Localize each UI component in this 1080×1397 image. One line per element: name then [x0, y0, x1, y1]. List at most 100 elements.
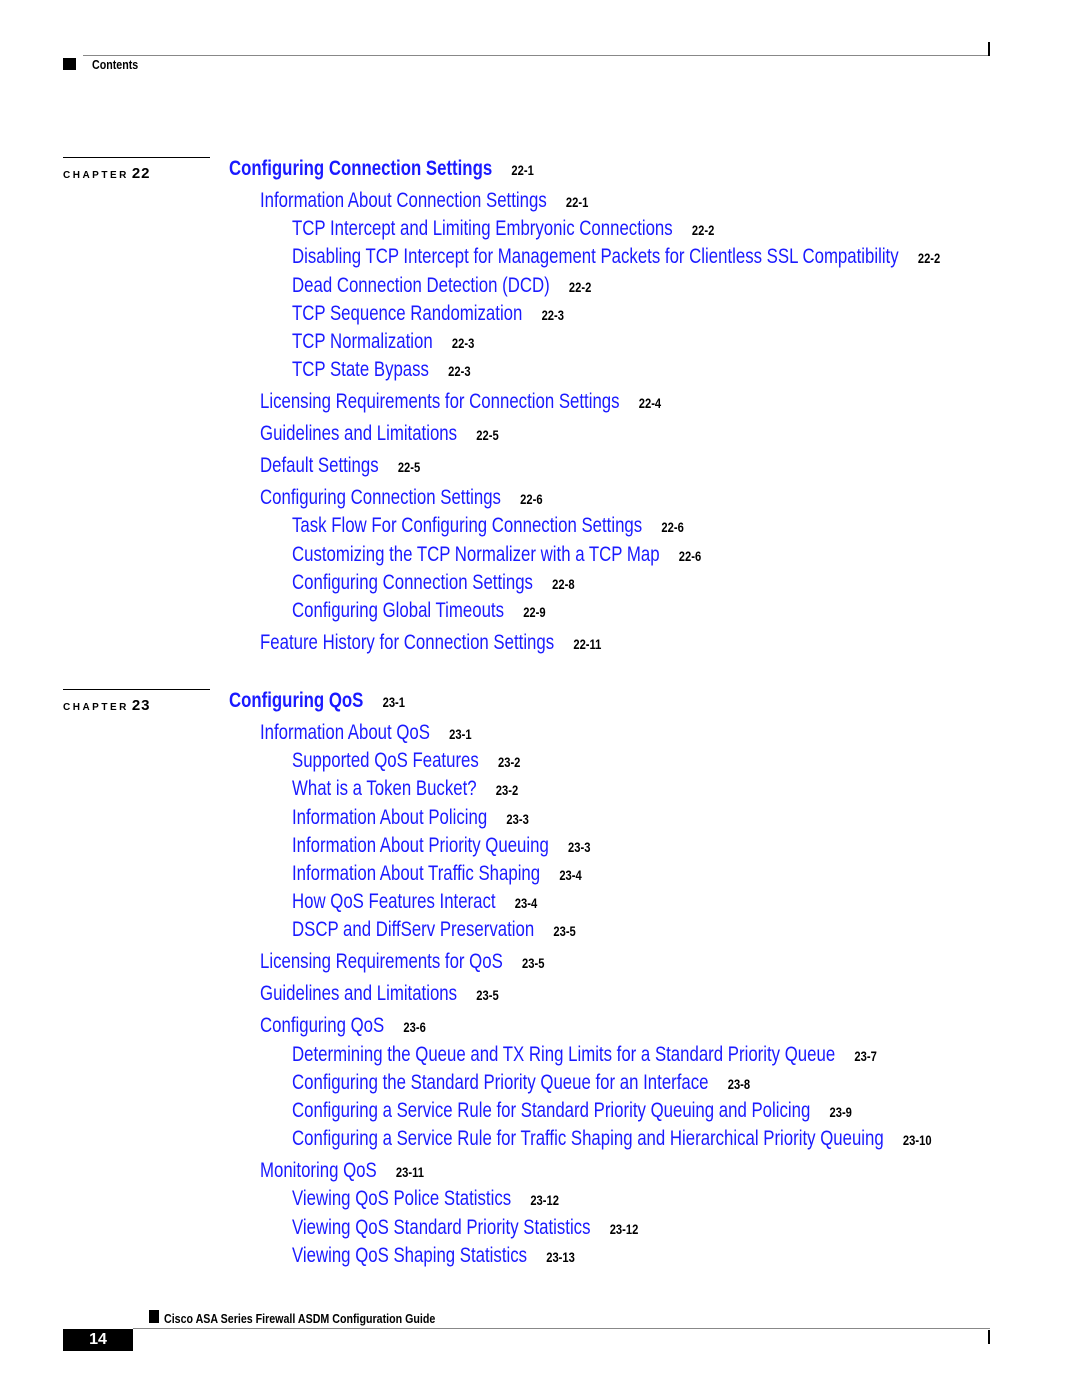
toc-subsection-link[interactable]: Viewing QoS Standard Priority Statistics… — [292, 1216, 638, 1240]
toc-entry-page[interactable]: 23-5 — [476, 987, 498, 1003]
chapter-title-link[interactable]: Configuring Connection Settings 22-1 — [229, 157, 534, 181]
toc-entry-title[interactable]: Viewing QoS Police Statistics — [292, 1187, 511, 1210]
toc-section-link[interactable]: Licensing Requirements for QoS 23-5 — [260, 950, 544, 974]
toc-entry-title[interactable]: Configuring QoS — [260, 1014, 384, 1037]
toc-entry-page[interactable]: 23-2 — [498, 754, 520, 770]
toc-entry-page[interactable]: 23-5 — [553, 923, 575, 939]
toc-entry-title[interactable]: TCP Intercept and Limiting Embryonic Con… — [292, 217, 673, 240]
toc-subsection-link[interactable]: Configuring Global Timeouts 22-9 — [292, 599, 546, 623]
toc-entry-page[interactable]: 23-4 — [515, 895, 537, 911]
toc-entry-page[interactable]: 22-5 — [476, 427, 498, 443]
toc-entry-page[interactable]: 22-6 — [661, 519, 683, 535]
toc-subsection-link[interactable]: DSCP and DiffServ Preservation 23-5 — [292, 918, 576, 942]
toc-entry-title[interactable]: TCP Sequence Randomization — [292, 302, 522, 325]
toc-subsection-link[interactable]: Disabling TCP Intercept for Management P… — [292, 245, 940, 269]
toc-entry-page[interactable]: 22-8 — [552, 576, 574, 592]
toc-entry-page[interactable]: 23-13 — [546, 1249, 575, 1265]
toc-entry-page[interactable]: 22-9 — [523, 604, 545, 620]
toc-entry-page[interactable]: 23-10 — [903, 1132, 932, 1148]
toc-entry-page[interactable]: 22-11 — [573, 636, 601, 652]
toc-entry-title[interactable]: Guidelines and Limitations — [260, 982, 457, 1005]
toc-subsection-link[interactable]: Determining the Queue and TX Ring Limits… — [292, 1043, 877, 1067]
toc-subsection-link[interactable]: Information About Traffic Shaping 23-4 — [292, 862, 582, 886]
toc-entry-page[interactable]: 23-6 — [403, 1019, 425, 1035]
toc-subsection-link[interactable]: How QoS Features Interact 23-4 — [292, 890, 537, 914]
toc-section-link[interactable]: Licensing Requirements for Connection Se… — [260, 390, 661, 414]
toc-entry-page[interactable]: 23-1 — [449, 726, 471, 742]
toc-entry-page[interactable]: 22-3 — [452, 335, 474, 351]
toc-subsection-link[interactable]: Configuring Connection Settings 22-8 — [292, 571, 575, 595]
toc-entry-page[interactable]: 22-4 — [639, 395, 661, 411]
toc-subsection-link[interactable]: Information About Policing 23-3 — [292, 806, 529, 830]
toc-entry-title[interactable]: Supported QoS Features — [292, 749, 479, 772]
toc-subsection-link[interactable]: Viewing QoS Shaping Statistics 23-13 — [292, 1244, 575, 1268]
toc-subsection-link[interactable]: Viewing QoS Police Statistics 23-12 — [292, 1187, 559, 1211]
toc-entry-title[interactable]: Viewing QoS Shaping Statistics — [292, 1244, 527, 1267]
toc-entry-title[interactable]: TCP State Bypass — [292, 358, 429, 381]
toc-entry-title[interactable]: Monitoring QoS — [260, 1159, 377, 1182]
toc-entry-page[interactable]: 23-8 — [728, 1076, 750, 1092]
toc-entry-title[interactable]: Configuring a Service Rule for Traffic S… — [292, 1127, 884, 1150]
toc-entry-title[interactable]: Guidelines and Limitations — [260, 422, 457, 445]
toc-entry-title[interactable]: Configuring Connection Settings — [260, 486, 501, 509]
toc-subsection-link[interactable]: Configuring the Standard Priority Queue … — [292, 1071, 750, 1095]
toc-entry-page[interactable]: 23-3 — [506, 811, 528, 827]
toc-entry-title[interactable]: Licensing Requirements for Connection Se… — [260, 390, 620, 413]
toc-subsection-link[interactable]: Dead Connection Detection (DCD) 22-2 — [292, 274, 591, 298]
toc-entry-page[interactable]: 23-12 — [610, 1221, 639, 1237]
toc-subsection-link[interactable]: Task Flow For Configuring Connection Set… — [292, 514, 684, 538]
toc-entry-page[interactable]: 22-3 — [448, 363, 470, 379]
toc-entry-title[interactable]: Disabling TCP Intercept for Management P… — [292, 245, 899, 268]
toc-entry-page[interactable]: 22-5 — [398, 459, 420, 475]
toc-entry-page[interactable]: 23-5 — [522, 955, 544, 971]
chapter-title-link[interactable]: Configuring QoS 23-1 — [229, 689, 405, 713]
toc-subsection-link[interactable]: TCP State Bypass 22-3 — [292, 358, 471, 382]
toc-entry-title[interactable]: How QoS Features Interact — [292, 890, 496, 913]
toc-subsection-link[interactable]: Configuring a Service Rule for Standard … — [292, 1099, 852, 1123]
toc-subsection-link[interactable]: What is a Token Bucket? 23-2 — [292, 777, 518, 801]
toc-entry-title[interactable]: Customizing the TCP Normalizer with a TC… — [292, 543, 660, 566]
toc-section-link[interactable]: Monitoring QoS 23-11 — [260, 1159, 424, 1183]
toc-entry-page[interactable]: 23-3 — [568, 839, 590, 855]
toc-entry-page[interactable]: 23-7 — [854, 1048, 876, 1064]
toc-entry-title[interactable]: Dead Connection Detection (DCD) — [292, 274, 550, 297]
toc-entry-page[interactable]: 22-2 — [569, 279, 591, 295]
toc-entry-page[interactable]: 22-2 — [692, 222, 714, 238]
toc-entry-title[interactable]: Information About Traffic Shaping — [292, 862, 540, 885]
toc-entry-title[interactable]: Configuring Global Timeouts — [292, 599, 504, 622]
toc-entry-page[interactable]: 23-1 — [383, 694, 405, 710]
toc-entry-title[interactable]: Information About Priority Queuing — [292, 834, 549, 857]
toc-entry-page[interactable]: 23-4 — [559, 867, 581, 883]
toc-entry-title[interactable]: Information About Policing — [292, 806, 487, 829]
toc-entry-page[interactable]: 22-3 — [542, 307, 564, 323]
toc-section-link[interactable]: Feature History for Connection Settings 2… — [260, 631, 601, 655]
toc-section-link[interactable]: Default Settings 22-5 — [260, 454, 420, 478]
toc-entry-title[interactable]: Configuring Connection Settings — [292, 571, 533, 594]
toc-subsection-link[interactable]: Information About Priority Queuing 23-3 — [292, 834, 590, 858]
toc-section-link[interactable]: Configuring QoS 23-6 — [260, 1014, 426, 1038]
toc-entry-title[interactable]: DSCP and DiffServ Preservation — [292, 918, 534, 941]
toc-entry-page[interactable]: 22-6 — [520, 491, 542, 507]
toc-entry-title[interactable]: Feature History for Connection Settings — [260, 631, 554, 654]
toc-entry-page[interactable]: 23-9 — [829, 1104, 851, 1120]
toc-subsection-link[interactable]: TCP Intercept and Limiting Embryonic Con… — [292, 217, 714, 241]
toc-entry-title[interactable]: Determining the Queue and TX Ring Limits… — [292, 1043, 835, 1066]
toc-entry-title[interactable]: TCP Normalization — [292, 330, 433, 353]
toc-section-link[interactable]: Information About QoS 23-1 — [260, 721, 472, 745]
toc-subsection-link[interactable]: Customizing the TCP Normalizer with a TC… — [292, 543, 701, 567]
toc-entry-title[interactable]: Licensing Requirements for QoS — [260, 950, 503, 973]
toc-subsection-link[interactable]: Supported QoS Features 23-2 — [292, 749, 520, 773]
toc-entry-title[interactable]: What is a Token Bucket? — [292, 777, 477, 800]
toc-entry-page[interactable]: 22-1 — [566, 194, 588, 210]
toc-entry-title[interactable]: Viewing QoS Standard Priority Statistics — [292, 1216, 590, 1239]
toc-entry-page[interactable]: 23-12 — [530, 1192, 559, 1208]
toc-entry-page[interactable]: 23-2 — [496, 782, 518, 798]
toc-entry-title[interactable]: Configuring Connection Settings — [229, 157, 492, 180]
toc-section-link[interactable]: Guidelines and Limitations 23-5 — [260, 982, 499, 1006]
toc-subsection-link[interactable]: Configuring a Service Rule for Traffic S… — [292, 1127, 932, 1151]
toc-section-link[interactable]: Configuring Connection Settings 22-6 — [260, 486, 543, 510]
toc-entry-title[interactable]: Configuring the Standard Priority Queue … — [292, 1071, 709, 1094]
toc-entry-title[interactable]: Task Flow For Configuring Connection Set… — [292, 514, 642, 537]
toc-entry-title[interactable]: Configuring a Service Rule for Standard … — [292, 1099, 810, 1122]
toc-entry-title[interactable]: Configuring QoS — [229, 689, 363, 712]
